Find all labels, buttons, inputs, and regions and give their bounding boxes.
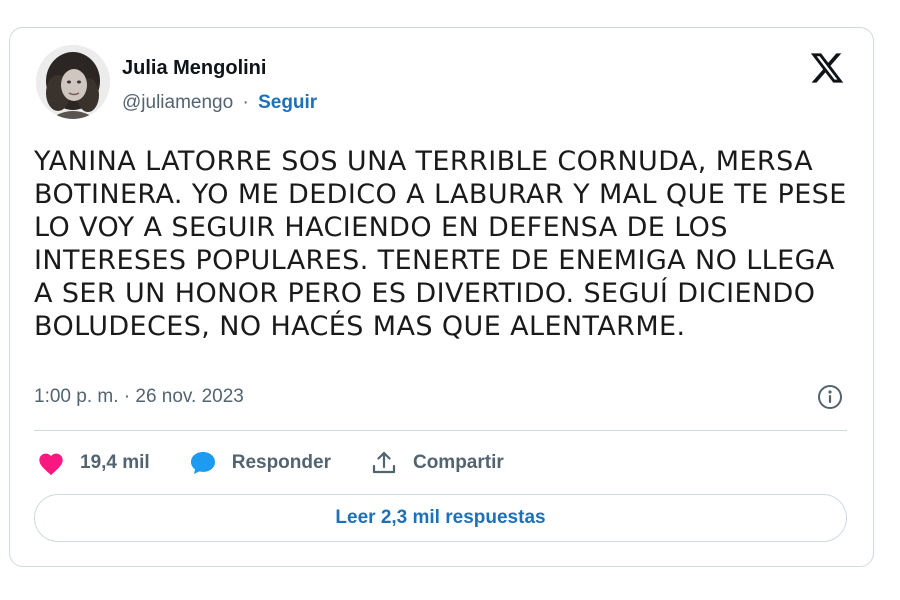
author-meta: @juliamengo · Seguir — [122, 91, 317, 115]
author-name[interactable]: Julia Mengolini — [122, 56, 266, 80]
speech-bubble-icon — [188, 448, 218, 478]
share-button[interactable]: Compartir — [369, 448, 504, 478]
heart-icon — [36, 448, 66, 478]
like-button[interactable]: 19,4 mil — [36, 448, 150, 478]
tweet-card: Julia Mengolini @juliamengo · Seguir YAN… — [9, 27, 874, 567]
x-logo-icon[interactable] — [808, 50, 846, 86]
reply-button[interactable]: Responder — [188, 448, 331, 478]
read-replies-button[interactable]: Leer 2,3 mil respuestas — [34, 494, 847, 542]
avatar-image — [36, 45, 110, 119]
author-avatar[interactable] — [36, 45, 110, 119]
reply-label: Responder — [231, 452, 331, 473]
tweet-timestamp[interactable]: 1:00 p. m. · 26 nov. 2023 — [34, 385, 244, 409]
divider — [34, 430, 847, 431]
tweet-text: YANINA LATORRE SOS UNA TERRIBLE CORNUDA,… — [34, 146, 847, 342]
tweet-actions: 19,4 mil Responder Compartir — [36, 446, 542, 480]
share-upload-icon — [369, 448, 399, 478]
info-icon[interactable] — [817, 384, 843, 410]
author-handle[interactable]: @juliamengo — [122, 92, 233, 113]
like-count: 19,4 mil — [80, 452, 150, 473]
follow-link[interactable]: Seguir — [258, 92, 317, 113]
share-label: Compartir — [412, 452, 504, 473]
meta-separator: · — [242, 92, 249, 113]
